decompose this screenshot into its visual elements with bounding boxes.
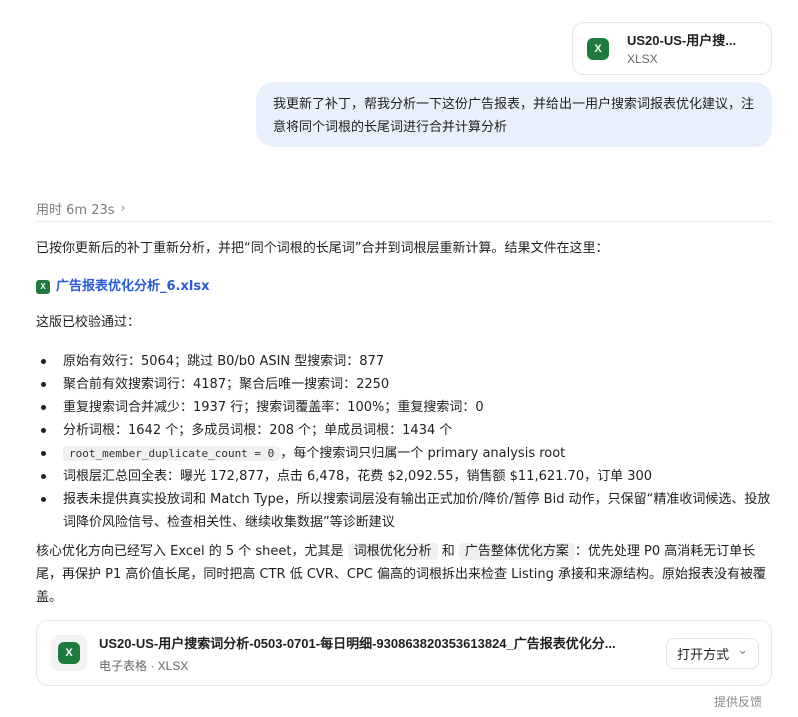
- attached-file-name: US20-US-用户搜...: [627, 32, 737, 48]
- output-file-name: US20-US-用户搜索词分析-0503-0701-每日明细-930863820…: [99, 635, 616, 651]
- user-message-bubble: 我更新了补丁，帮我分析一下这份广告报表，并给出一用户搜索词报表优化建议，注意将同…: [256, 82, 772, 147]
- verified-heading: 这版已校验通过：: [36, 315, 141, 330]
- response-intro: 已按你更新后的补丁重新分析，并把“同个词根的长尾词”合并到词根层重新计算。结果文…: [36, 241, 609, 256]
- output-file-card[interactable]: X US20-US-用户搜索词分析-0503-0701-每日明细-9308638…: [36, 620, 772, 686]
- attached-file-type: XLSX: [627, 51, 658, 66]
- open-with-button[interactable]: 打开方式 ⌄: [666, 638, 759, 669]
- sheet-tag: 词根优化分析: [347, 543, 438, 560]
- excel-icon: X: [36, 280, 50, 294]
- summary-paragraph: 核心优化方向已经写入 Excel 的 5 个 sheet，尤其是 词根优化分析 …: [36, 540, 776, 609]
- file-icon-box: X: [51, 635, 87, 671]
- summary-text: 核心优化方向已经写入 Excel 的 5 个 sheet，尤其是: [36, 544, 348, 559]
- summary-text: 和: [437, 544, 459, 559]
- attached-file-card[interactable]: X US20-US-用户搜... XLSX: [572, 22, 772, 75]
- list-item: 原始有效行：5064；跳过 B0/b0 ASIN 型搜索词：877: [36, 350, 776, 373]
- feedback-link[interactable]: 提供反馈: [714, 693, 762, 710]
- chevron-right-icon: ›: [120, 201, 126, 216]
- list-item: root_member_duplicate_count = 0 ，每个搜索词只归属…: [36, 442, 776, 465]
- inline-code: root_member_duplicate_count = 0: [63, 446, 281, 461]
- chevron-down-icon: ⌄: [737, 643, 748, 658]
- output-file-meta: 电子表格 · XLSX: [99, 658, 189, 673]
- result-file-link[interactable]: X 广告报表优化分析_6.xlsx: [36, 276, 776, 298]
- list-item: 分析词根：1642 个；多成员词根：208 个；单成员词根：1434 个: [36, 419, 776, 442]
- open-with-label: 打开方式: [677, 648, 730, 663]
- assistant-response: 已按你更新后的补丁重新分析，并把“同个词根的长尾词”合并到词根层重新计算。结果文…: [36, 236, 776, 609]
- thinking-time-toggle[interactable]: 用时 6m 23s ›: [36, 199, 126, 218]
- result-file-link-label[interactable]: 广告报表优化分析_6.xlsx: [56, 276, 209, 298]
- excel-icon: X: [58, 642, 80, 664]
- stats-list: 原始有效行：5064；跳过 B0/b0 ASIN 型搜索词：877 聚合前有效搜…: [36, 350, 776, 534]
- list-item-text: ，每个搜索词只归属一个 primary analysis root: [280, 446, 566, 461]
- list-item: 词根层汇总回全表：曝光 172,877，点击 6,478，花费 $2,092.5…: [36, 465, 776, 488]
- divider: [36, 221, 772, 222]
- excel-icon: X: [587, 37, 609, 60]
- sheet-tag: 广告整体优化方案: [458, 543, 575, 560]
- thinking-time-label: 用时 6m 23s: [36, 203, 115, 218]
- list-item: 聚合前有效搜索词行：4187；聚合后唯一搜索词：2250: [36, 373, 776, 396]
- list-item: 重复搜索词合并减少：1937 行；搜索词覆盖率：100%；重复搜索词：0: [36, 396, 776, 419]
- list-item: 报表未提供真实投放词和 Match Type，所以搜索词层没有输出正式加价/降价…: [36, 488, 776, 534]
